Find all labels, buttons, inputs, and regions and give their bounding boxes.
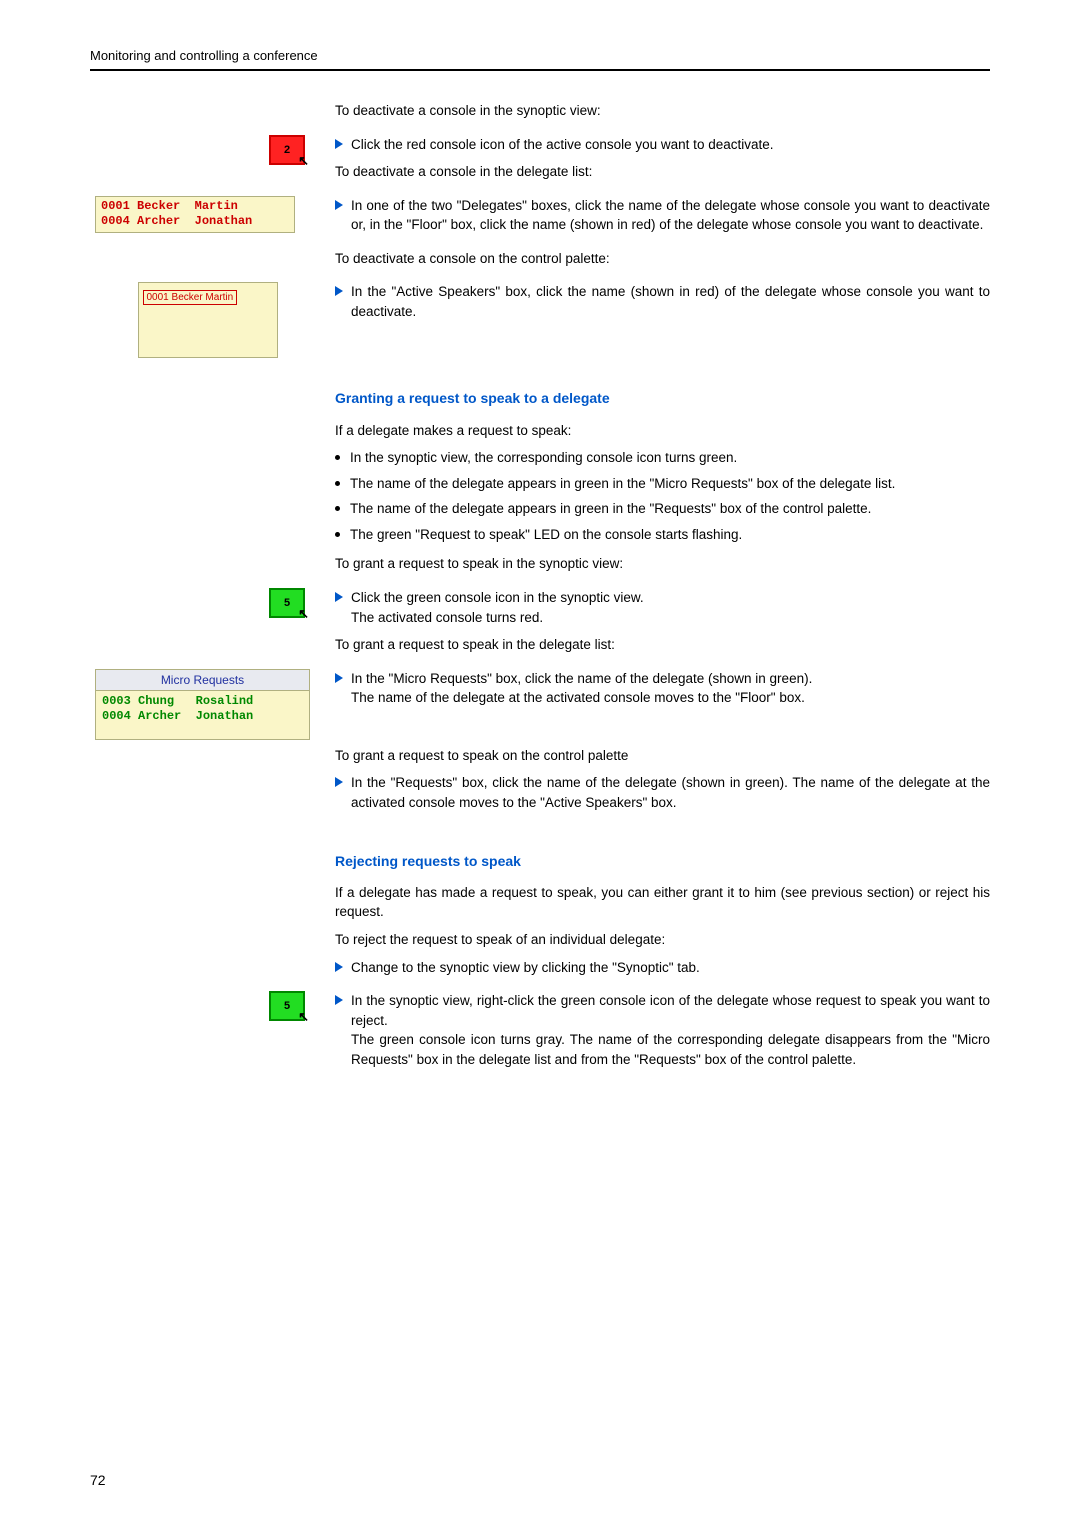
cursor-icon: ↖: [298, 606, 309, 622]
reject-step1: Change to the synoptic view by clicking …: [351, 958, 700, 978]
delegate-last: Archer: [137, 214, 180, 228]
deactivate-control-step: In the "Active Speakers" box, click the …: [351, 282, 990, 321]
page-number: 72: [90, 1472, 106, 1488]
control-palette-figure: 0001 Becker Martin: [138, 282, 278, 358]
request-last: Chung: [138, 694, 174, 708]
delegate-first: Jonathan: [195, 214, 253, 228]
grant-synoptic-step: Click the green console icon in the syno…: [351, 588, 644, 608]
reject-step2: In the synoptic view, right-click the gr…: [351, 991, 990, 1030]
granting-heading: Granting a request to speak to a delegat…: [335, 388, 990, 408]
delegate-id: 0001: [101, 199, 130, 213]
dot-bullet-icon: [335, 506, 340, 511]
page-header: Monitoring and controlling a conference: [90, 48, 990, 71]
reject-intro: If a delegate has made a request to spea…: [335, 883, 990, 922]
granting-d2: The name of the delegate appears in gree…: [350, 474, 895, 494]
delegate-last: Becker: [137, 199, 180, 213]
green-console-figure: 5 ↖: [269, 991, 305, 1021]
triangle-bullet-icon: [335, 962, 343, 972]
micro-requests-figure: Micro Requests 0003 Chung Rosalind 0004 …: [95, 669, 310, 740]
triangle-bullet-icon: [335, 995, 343, 1005]
request-first: Rosalind: [196, 694, 254, 708]
request-id: 0004: [102, 709, 131, 723]
request-first: Jonathan: [196, 709, 254, 723]
triangle-bullet-icon: [335, 286, 343, 296]
granting-d1: In the synoptic view, the corresponding …: [350, 448, 737, 468]
console-label: 2: [284, 144, 290, 156]
triangle-bullet-icon: [335, 200, 343, 210]
triangle-bullet-icon: [335, 592, 343, 602]
console-label: 5: [284, 1000, 290, 1012]
grant-delegate-step: In the "Micro Requests" box, click the n…: [351, 669, 812, 689]
grant-synoptic-intro: To grant a request to speak in the synop…: [335, 554, 990, 574]
deactivate-delegate-intro: To deactivate a console in the delegate …: [335, 162, 990, 182]
granting-d4: The green "Request to speak" LED on the …: [350, 525, 742, 545]
granting-intro: If a delegate makes a request to speak:: [335, 421, 990, 441]
request-id: 0003: [102, 694, 131, 708]
triangle-bullet-icon: [335, 673, 343, 683]
reject-step2-result: The green console icon turns gray. The n…: [351, 1030, 990, 1069]
green-console-figure: 5 ↖: [269, 588, 305, 618]
grant-delegate-intro: To grant a request to speak in the deleg…: [335, 635, 990, 655]
rejecting-heading: Rejecting requests to speak: [335, 851, 990, 871]
micro-requests-title: Micro Requests: [96, 670, 309, 691]
grant-delegate-result: The name of the delegate at the activate…: [351, 688, 812, 708]
dot-bullet-icon: [335, 455, 340, 460]
delegate-list-figure: 0001 Becker Martin 0004 Archer Jonathan: [95, 196, 295, 233]
red-console-figure: 2 ↖: [269, 135, 305, 165]
delegate-id: 0004: [101, 214, 130, 228]
granting-d3: The name of the delegate appears in gree…: [350, 499, 871, 519]
active-speaker-name: 0001 Becker Martin: [143, 290, 238, 305]
dot-bullet-icon: [335, 481, 340, 486]
reject-intro2: To reject the request to speak of an ind…: [335, 930, 990, 950]
console-label: 5: [284, 597, 290, 609]
delegate-first: Martin: [195, 199, 238, 213]
cursor-icon: ↖: [298, 153, 309, 169]
grant-synoptic-result: The activated console turns red.: [351, 608, 644, 628]
dot-bullet-icon: [335, 532, 340, 537]
deactivate-control-intro: To deactivate a console on the control p…: [335, 249, 990, 269]
deactivate-synoptic-intro: To deactivate a console in the synoptic …: [335, 101, 990, 121]
triangle-bullet-icon: [335, 139, 343, 149]
deactivate-delegate-step: In one of the two "Delegates" boxes, cli…: [351, 196, 990, 235]
grant-control-step: In the "Requests" box, click the name of…: [351, 773, 990, 812]
deactivate-synoptic-step: Click the red console icon of the active…: [351, 135, 774, 155]
grant-control-intro: To grant a request to speak on the contr…: [335, 746, 990, 766]
cursor-icon: ↖: [298, 1009, 309, 1025]
triangle-bullet-icon: [335, 777, 343, 787]
request-last: Archer: [138, 709, 181, 723]
